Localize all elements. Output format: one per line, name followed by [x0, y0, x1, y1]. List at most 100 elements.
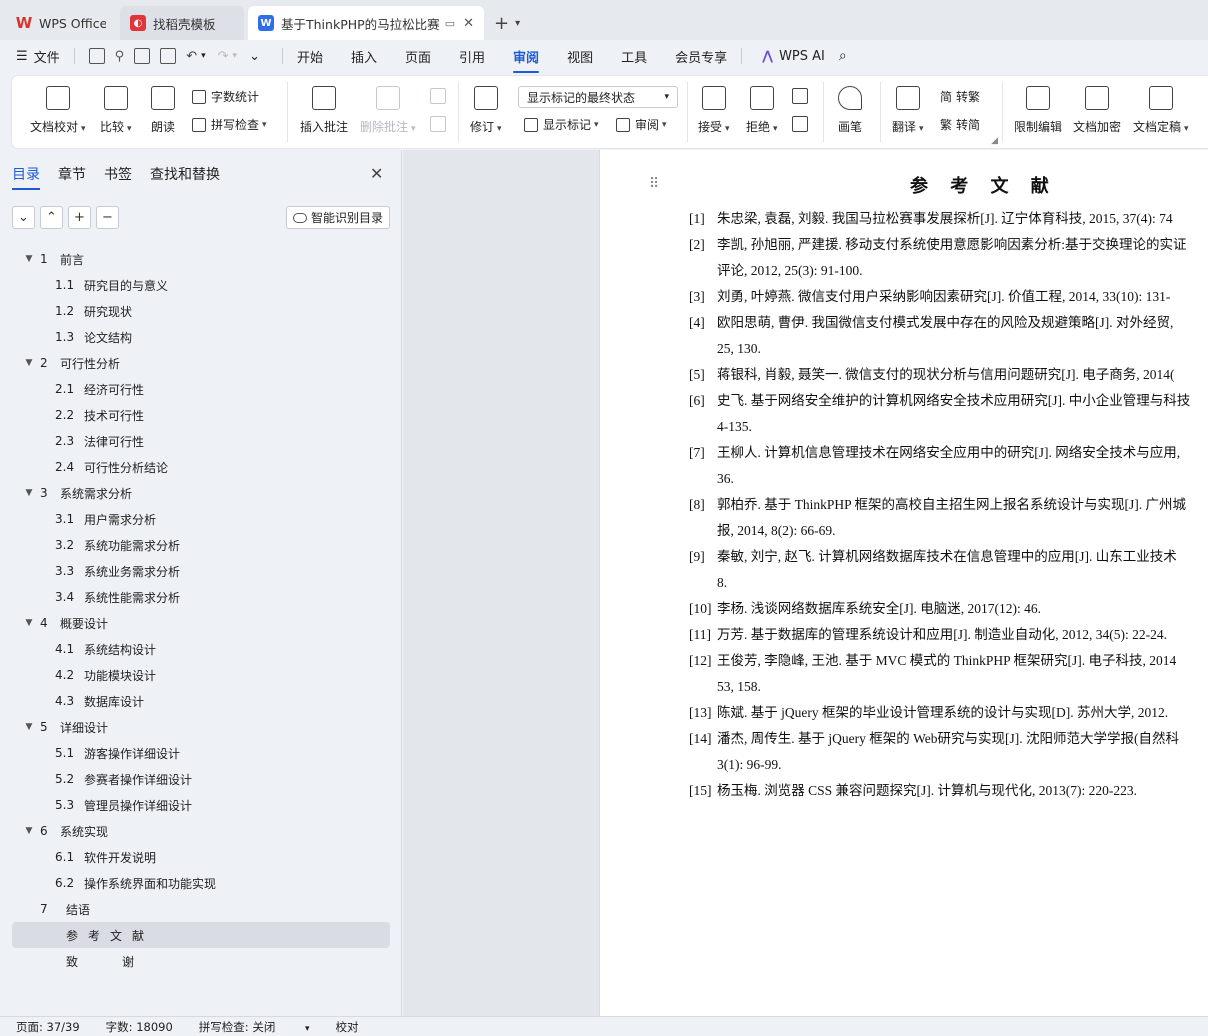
- tab-document[interactable]: W 基于ThinkPHP的马拉松比赛报 ▭ ✕: [248, 6, 484, 40]
- previous-comment-icon[interactable]: [430, 88, 446, 104]
- smart-toc-button[interactable]: 智能识别目录: [286, 206, 390, 229]
- chevron-down-icon[interactable]: ▾: [233, 51, 238, 61]
- encrypt-button[interactable]: 文档加密: [1073, 86, 1121, 135]
- toc-item[interactable]: ▼ 5 详细设计: [12, 714, 390, 740]
- spell-check-button[interactable]: 拼写检查 ▾: [192, 116, 267, 133]
- show-markup-button[interactable]: 显示标记 ▾: [524, 116, 599, 133]
- nav-tab-find-replace[interactable]: 查找和替换: [150, 164, 220, 190]
- toc-item[interactable]: 参考文献: [12, 922, 390, 948]
- menu-tab-member[interactable]: 会员专享: [675, 47, 727, 66]
- chevron-down-icon[interactable]: ▾: [201, 51, 206, 61]
- new-tab-button[interactable]: + ▾: [488, 6, 526, 40]
- redo-icon[interactable]: ↷: [218, 49, 229, 64]
- toc-item[interactable]: 3.1 用户需求分析: [12, 506, 390, 532]
- to-simplified-button[interactable]: 繁 转简: [940, 116, 980, 133]
- document-page[interactable]: ⠿ 参 考 文 献 [1] 朱忠梁, 袁磊, 刘毅. 我国马拉松赛事发展探析[J]…: [599, 150, 1208, 1016]
- toc-item[interactable]: ▼ 3 系统需求分析: [12, 480, 390, 506]
- toc-item[interactable]: 2.4 可行性分析结论: [12, 454, 390, 480]
- ink-button[interactable]: 画笔: [838, 86, 862, 135]
- accept-button[interactable]: 接受 ▾: [698, 86, 730, 135]
- to-traditional-button[interactable]: 简 转繁: [940, 88, 980, 105]
- tab-daoke-templates[interactable]: ◐ 找稻壳模板: [120, 6, 244, 40]
- menu-tab-start[interactable]: 开始: [297, 47, 323, 66]
- doc-check-button[interactable]: 文档校对 ▾: [30, 86, 86, 135]
- toc-item[interactable]: ▼ 2 可行性分析: [12, 350, 390, 376]
- tab-wps-office[interactable]: W WPS Office: [6, 6, 116, 40]
- translate-button[interactable]: 翻译 ▾: [892, 86, 924, 135]
- markup-state-select[interactable]: 显示标记的最终状态 ▾: [518, 86, 678, 108]
- word-count-button[interactable]: 字数统计: [192, 88, 259, 105]
- toc-item[interactable]: 5.1 游客操作详细设计: [12, 740, 390, 766]
- collapse-all-button[interactable]: ⌃: [40, 206, 63, 229]
- save-icon[interactable]: [88, 48, 105, 64]
- remove-heading-button[interactable]: −: [96, 206, 119, 229]
- nav-tab-bookmark[interactable]: 书签: [104, 164, 132, 190]
- finalize-button[interactable]: 文档定稿 ▾: [1133, 86, 1189, 135]
- toc-item[interactable]: 3.4 系统性能需求分析: [12, 584, 390, 610]
- collapse-arrow-icon[interactable]: ▼: [22, 722, 36, 732]
- toc-item[interactable]: 1.1 研究目的与意义: [12, 272, 390, 298]
- toc-item[interactable]: 致谢: [12, 948, 390, 974]
- toc-item[interactable]: 2.2 技术可行性: [12, 402, 390, 428]
- print-preview-icon[interactable]: [160, 48, 177, 64]
- track-changes-button[interactable]: 修订 ▾: [470, 86, 502, 135]
- spell-check-indicator[interactable]: 拼写检查: 关闭 ▾: [199, 1019, 310, 1035]
- menu-tab-review[interactable]: 审阅: [513, 47, 540, 73]
- drag-handle-icon[interactable]: ⠿: [649, 176, 660, 192]
- print-icon[interactable]: [134, 48, 151, 64]
- toc-item[interactable]: 6.2 操作系统界面和功能实现: [12, 870, 390, 896]
- proofread-indicator[interactable]: 校对: [336, 1019, 359, 1035]
- toc-item[interactable]: 2.3 法律可行性: [12, 428, 390, 454]
- toc-item[interactable]: 4.2 功能模块设计: [12, 662, 390, 688]
- next-change-icon[interactable]: [792, 116, 808, 132]
- insert-comment-button[interactable]: 插入批注: [300, 86, 348, 135]
- nav-tab-toc[interactable]: 目录: [12, 164, 40, 190]
- toc-item[interactable]: 5.2 参赛者操作详细设计: [12, 766, 390, 792]
- chevron-down-icon[interactable]: ▾: [515, 18, 520, 29]
- menu-tab-reference[interactable]: 引用: [459, 47, 485, 66]
- collapse-arrow-icon[interactable]: ▼: [22, 488, 36, 498]
- more-icon[interactable]: ⌄: [249, 49, 260, 64]
- collapse-arrow-icon[interactable]: ▼: [22, 254, 36, 264]
- menu-tab-insert[interactable]: 插入: [351, 47, 377, 66]
- share-icon[interactable]: ⚲: [115, 49, 125, 64]
- previous-change-icon[interactable]: [792, 88, 808, 104]
- undo-icon[interactable]: ↶: [186, 49, 197, 64]
- monitor-icon[interactable]: ▭: [445, 17, 455, 30]
- toc-item[interactable]: 3.3 系统业务需求分析: [12, 558, 390, 584]
- collapse-arrow-icon[interactable]: ▼: [22, 618, 36, 628]
- wps-ai-button[interactable]: ⋀ WPS AI: [762, 49, 825, 64]
- restrict-edit-button[interactable]: 限制编辑: [1014, 86, 1062, 135]
- reject-button[interactable]: 拒绝 ▾: [746, 86, 778, 135]
- close-tab-icon[interactable]: ✕: [463, 16, 474, 31]
- word-count-indicator[interactable]: 字数: 18090: [106, 1019, 173, 1035]
- toc-item[interactable]: 4.1 系统结构设计: [12, 636, 390, 662]
- close-icon[interactable]: ✕: [370, 164, 383, 183]
- collapse-arrow-icon[interactable]: ▼: [22, 358, 36, 368]
- toc-item[interactable]: 5.3 管理员操作详细设计: [12, 792, 390, 818]
- compare-button[interactable]: 比较 ▾: [100, 86, 132, 135]
- toc-item[interactable]: 4.3 数据库设计: [12, 688, 390, 714]
- toc-item[interactable]: ▼ 6 系统实现: [12, 818, 390, 844]
- add-heading-button[interactable]: +: [68, 206, 91, 229]
- expand-all-button[interactable]: ⌄: [12, 206, 35, 229]
- file-menu[interactable]: ☰ 文件: [16, 47, 60, 66]
- toc-item[interactable]: ▼ 1 前言: [12, 246, 390, 272]
- delete-comment-button[interactable]: 删除批注 ▾: [360, 86, 416, 135]
- menu-tab-tools[interactable]: 工具: [621, 47, 647, 66]
- collapse-arrow-icon[interactable]: ▼: [22, 826, 36, 836]
- nav-tab-chapter[interactable]: 章节: [58, 164, 86, 190]
- expand-group-icon[interactable]: ◢: [991, 136, 998, 146]
- toc-item[interactable]: 1.2 研究现状: [12, 298, 390, 324]
- review-pane-button[interactable]: 审阅 ▾: [616, 116, 667, 133]
- read-aloud-button[interactable]: 朗读: [151, 86, 175, 135]
- toc-item[interactable]: 3.2 系统功能需求分析: [12, 532, 390, 558]
- menu-tab-page[interactable]: 页面: [405, 47, 431, 66]
- next-comment-icon[interactable]: [430, 116, 446, 132]
- menu-tab-view[interactable]: 视图: [567, 47, 593, 66]
- toc-item[interactable]: ▼ 4 概要设计: [12, 610, 390, 636]
- toc-item[interactable]: 6.1 软件开发说明: [12, 844, 390, 870]
- toc-item[interactable]: 7 结语: [12, 896, 390, 922]
- page-indicator[interactable]: 页面: 37/39: [16, 1019, 80, 1035]
- toc-item[interactable]: 2.1 经济可行性: [12, 376, 390, 402]
